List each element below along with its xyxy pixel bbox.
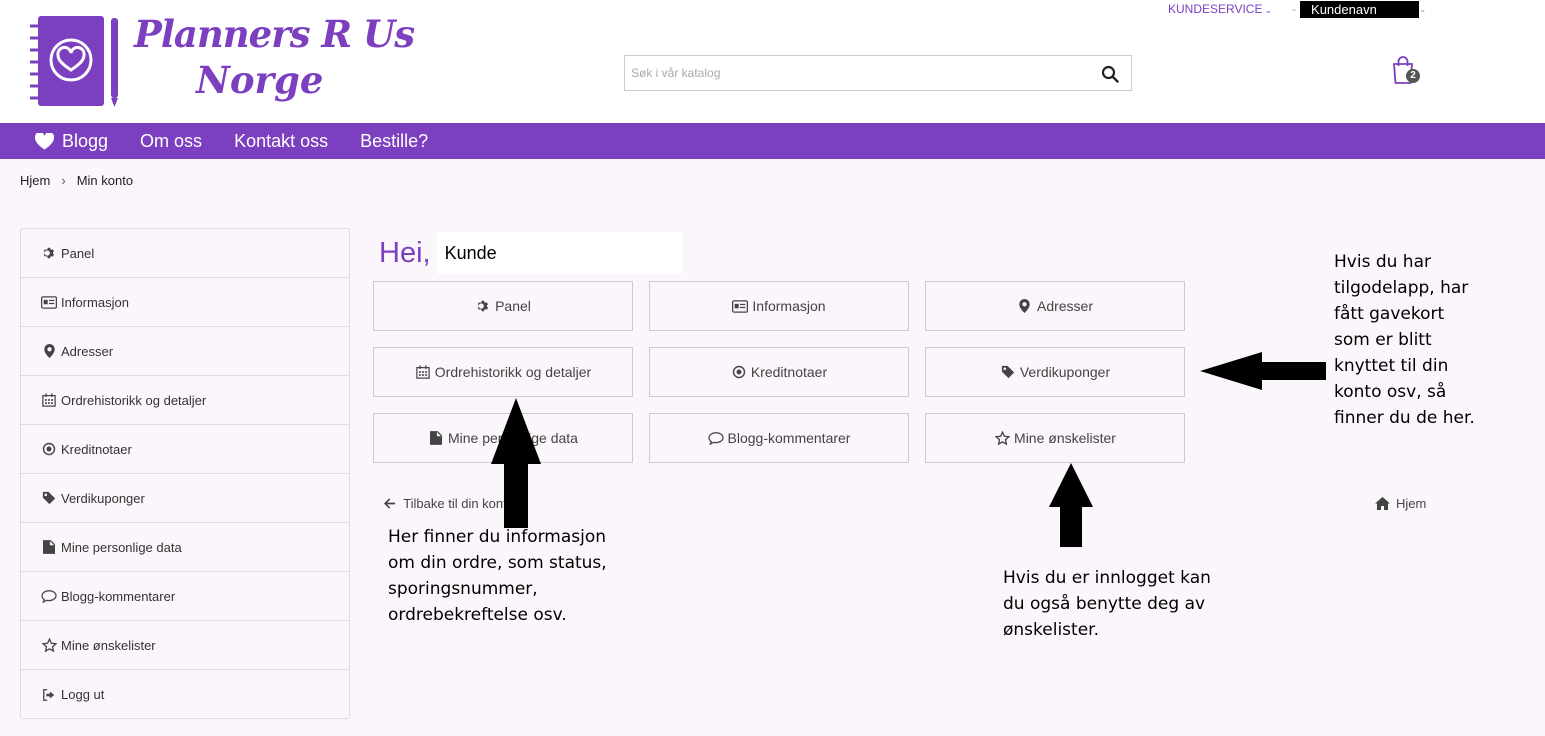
customer-name: Kunde bbox=[436, 232, 682, 274]
star-icon bbox=[994, 430, 1010, 446]
tile-informasjon[interactable]: Informasjon bbox=[649, 281, 909, 331]
arrow-left-icon bbox=[384, 498, 396, 509]
arrow-up-icon bbox=[491, 398, 541, 528]
dot-circle-icon bbox=[731, 364, 747, 380]
home-link-label: Hjem bbox=[1396, 496, 1427, 511]
breadcrumb-home[interactable]: Hjem bbox=[20, 173, 50, 188]
nav-item-om-oss[interactable]: Om oss bbox=[140, 131, 202, 152]
sidebar-item-label: Adresser bbox=[61, 343, 114, 359]
tag-icon bbox=[1000, 364, 1016, 380]
cart-count-badge: 2 bbox=[1406, 69, 1420, 83]
id-card-icon bbox=[41, 294, 57, 310]
heart-icon bbox=[35, 132, 54, 150]
annotation-orders: Her finner du informasjon om din ordre, … bbox=[388, 527, 607, 625]
star-icon bbox=[41, 637, 57, 653]
sidebar-item-adresser[interactable]: Adresser bbox=[21, 327, 349, 376]
nav-item-kontakt-oss[interactable]: Kontakt oss bbox=[234, 131, 328, 152]
gear-icon bbox=[475, 298, 491, 314]
account-sidebar: Panel Informasjon Adresser Ordrehistorik… bbox=[20, 228, 350, 719]
arrow-left-icon bbox=[1200, 352, 1326, 390]
logo-text-line2: Norge bbox=[196, 58, 324, 102]
map-marker-icon bbox=[41, 343, 57, 359]
sidebar-item-label: Logg ut bbox=[61, 687, 105, 702]
sidebar-item-label: Verdikuponger bbox=[61, 490, 145, 506]
tile-label: Panel bbox=[495, 298, 531, 314]
main-nav: Blogg Om oss Kontakt oss Bestille? bbox=[0, 123, 1545, 159]
calendar-icon bbox=[41, 392, 57, 408]
account-greeting: Hei, Kunde bbox=[379, 232, 682, 274]
document-icon bbox=[428, 430, 444, 446]
sidebar-item-label: Blogg-kommentarer bbox=[61, 588, 176, 604]
nav-item-blogg[interactable]: Blogg bbox=[35, 131, 108, 152]
separator: - bbox=[1292, 2, 1297, 16]
breadcrumb-current[interactable]: Min konto bbox=[77, 173, 133, 188]
nav-item-label: Blogg bbox=[62, 130, 109, 151]
comment-icon bbox=[41, 588, 57, 604]
home-icon bbox=[1375, 497, 1390, 510]
tile-label: Ordrehistorikk og detaljer bbox=[434, 364, 592, 380]
site-logo[interactable]: Planners R Us Norge bbox=[28, 12, 415, 110]
comment-icon bbox=[708, 430, 724, 446]
tile-onskelister[interactable]: Mine ønskelister bbox=[925, 413, 1185, 463]
dot-circle-icon bbox=[41, 441, 57, 457]
tile-label: Blogg-kommentarer bbox=[727, 430, 851, 446]
sidebar-item-personlige-data[interactable]: Mine personlige data bbox=[21, 523, 349, 572]
customer-name-menu[interactable]: Kundenavn bbox=[1300, 0, 1419, 18]
sidebar-item-ordrehistorikk[interactable]: Ordrehistorikk og detaljer bbox=[21, 376, 349, 425]
chevron-right-icon: › bbox=[61, 173, 66, 188]
sidebar-item-label: Mine personlige data bbox=[61, 539, 182, 555]
cart-button[interactable]: 2 bbox=[1392, 56, 1420, 86]
tag-icon bbox=[41, 490, 57, 506]
annotation-wishlist: Hvis du er innlogget kan du også benytte… bbox=[1003, 568, 1211, 640]
chevron-down-icon[interactable]: ⌄ bbox=[1419, 4, 1427, 15]
search-input[interactable] bbox=[625, 56, 1085, 90]
document-icon bbox=[41, 539, 57, 555]
sidebar-item-label: Ordrehistorikk og detaljer bbox=[61, 392, 207, 408]
sidebar-item-logg-ut[interactable]: Logg ut bbox=[21, 670, 349, 719]
tile-blogg-kommentarer[interactable]: Blogg-kommentarer bbox=[649, 413, 909, 463]
tile-ordrehistorikk[interactable]: Ordrehistorikk og detaljer bbox=[373, 347, 633, 397]
sidebar-item-label: Informasjon bbox=[61, 294, 129, 310]
gear-icon bbox=[41, 245, 57, 261]
planner-book-icon bbox=[30, 16, 118, 107]
sidebar-item-verdikuponger[interactable]: Verdikuponger bbox=[21, 474, 349, 523]
tile-panel[interactable]: Panel bbox=[373, 281, 633, 331]
map-marker-icon bbox=[1017, 298, 1033, 314]
sidebar-item-informasjon[interactable]: Informasjon bbox=[21, 278, 349, 327]
chevron-down-icon: ⌄ bbox=[1264, 5, 1273, 15]
arrow-up-icon bbox=[1049, 463, 1093, 547]
tile-adresser[interactable]: Adresser bbox=[925, 281, 1185, 331]
sidebar-item-onskelister[interactable]: Mine ønskelister bbox=[21, 621, 349, 670]
tile-verdikuponger[interactable]: Verdikuponger bbox=[925, 347, 1185, 397]
sidebar-item-panel[interactable]: Panel bbox=[21, 229, 349, 278]
tile-label: Kreditnotaer bbox=[750, 364, 828, 380]
site-header: Planners R Us Norge KUNDESERVICE ⌄ - Kund… bbox=[0, 0, 1545, 123]
nav-item-bestille[interactable]: Bestille? bbox=[360, 131, 428, 152]
sign-out-icon bbox=[41, 687, 57, 703]
tile-kreditnotaer[interactable]: Kreditnotaer bbox=[649, 347, 909, 397]
tile-label: Verdikuponger bbox=[1019, 364, 1111, 380]
home-link[interactable]: Hjem bbox=[1375, 496, 1426, 511]
sidebar-item-label: Kreditnotaer bbox=[61, 441, 132, 457]
sidebar-item-blogg-kommentarer[interactable]: Blogg-kommentarer bbox=[21, 572, 349, 621]
id-card-icon bbox=[732, 298, 748, 314]
tile-label: Adresser bbox=[1036, 298, 1094, 314]
top-links: KUNDESERVICE ⌄ - Kundenavn ⌄ bbox=[1168, 0, 1426, 18]
breadcrumb: Hjem › Min konto bbox=[20, 173, 133, 188]
search-icon[interactable] bbox=[1101, 65, 1119, 83]
search-bar bbox=[624, 55, 1132, 91]
greeting-text: Hei, bbox=[379, 236, 431, 269]
sidebar-item-kreditnotaer[interactable]: Kreditnotaer bbox=[21, 425, 349, 474]
calendar-icon bbox=[415, 364, 431, 380]
tile-label: Mine ønskelister bbox=[1014, 430, 1116, 446]
sidebar-item-label: Mine ønskelister bbox=[61, 637, 156, 653]
tile-label: Informasjon bbox=[752, 298, 826, 314]
kundeservice-menu[interactable]: KUNDESERVICE ⌄ bbox=[1168, 2, 1272, 16]
annotation-coupons: Hvis du har tilgodelapp, har fått gaveko… bbox=[1334, 252, 1475, 428]
logo-text-line1: Planners R Us bbox=[134, 12, 415, 56]
sidebar-item-label: Panel bbox=[61, 245, 95, 261]
